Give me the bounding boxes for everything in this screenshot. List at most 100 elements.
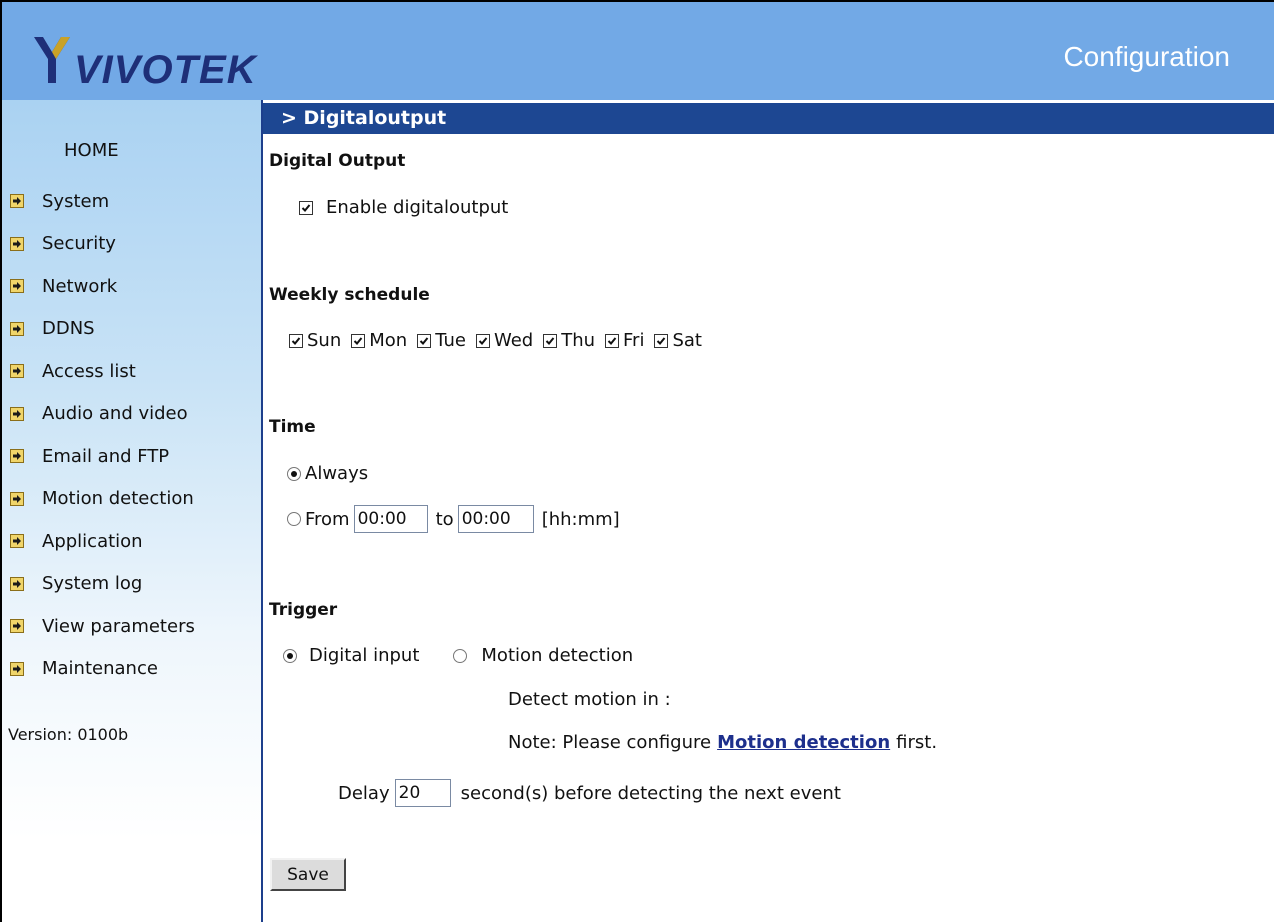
sidebar-item-view-parameters[interactable]: View parameters — [10, 605, 195, 648]
day-fri[interactable]: Fri — [605, 330, 644, 351]
enable-digitaloutput-row: Enable digitaloutput — [299, 197, 508, 218]
check-icon — [607, 336, 617, 345]
time-to-input[interactable]: 00:00 — [457, 505, 534, 533]
day-label: Thu — [561, 330, 596, 351]
delay-input[interactable]: 20 — [394, 779, 451, 807]
arrow-right-icon — [10, 619, 24, 634]
time-from-input[interactable]: 00:00 — [353, 505, 428, 533]
sidebar-item-label: Audio and video — [42, 403, 188, 425]
delay-suffix: second(s) before detecting the next even… — [460, 782, 841, 804]
sidebar-item-audio-video[interactable]: Audio and video — [10, 393, 195, 436]
day-tue[interactable]: Tue — [417, 330, 466, 351]
trigger-motion-label: Motion detection — [481, 645, 634, 666]
save-button[interactable]: Save — [270, 858, 346, 891]
day-sat-checkbox[interactable] — [654, 333, 669, 348]
time-format-hint: [hh:mm] — [541, 508, 620, 530]
sidebar-item-system-log[interactable]: System log — [10, 563, 195, 606]
trigger-digital-input-radio[interactable] — [283, 648, 297, 663]
header-bar: VIVOTEK Configuration — [2, 2, 1274, 100]
day-sun[interactable]: Sun — [289, 330, 341, 351]
day-label: Sat — [672, 330, 702, 351]
check-icon — [291, 336, 301, 345]
day-wed[interactable]: Wed — [475, 330, 534, 351]
day-sat[interactable]: Sat — [654, 330, 702, 351]
sidebar-item-maintenance[interactable]: Maintenance — [10, 648, 195, 691]
sidebar-item-label: Network — [42, 275, 118, 297]
day-mon[interactable]: Mon — [351, 330, 407, 351]
time-always-radio[interactable] — [287, 466, 301, 481]
sidebar-item-system[interactable]: System — [10, 180, 195, 223]
time-to-label: to — [435, 508, 454, 530]
version-label: Version: 0100b — [8, 725, 129, 744]
check-icon — [657, 336, 666, 345]
trigger-options-row: Digital input Motion detection — [283, 645, 633, 666]
main-content: Digital Output Enable digitaloutput Week… — [263, 134, 1274, 922]
enable-digitaloutput-checkbox[interactable] — [299, 200, 313, 215]
trigger-digital-input-label: Digital input — [309, 645, 420, 666]
sidebar-item-email-ftp[interactable]: Email and FTP — [10, 435, 195, 478]
day-label: Sun — [307, 330, 342, 351]
sidebar: HOME System Security Network DDNS Access… — [2, 100, 263, 922]
sidebar-item-label: System log — [42, 573, 143, 595]
sidebar-item-security[interactable]: Security — [10, 223, 195, 266]
trigger-motion-radio[interactable] — [453, 648, 468, 663]
day-label: Fri — [623, 330, 645, 351]
arrow-right-icon — [10, 491, 24, 506]
arrow-right-icon — [10, 321, 24, 336]
arrow-right-icon — [10, 534, 24, 549]
time-from-radio[interactable] — [287, 512, 301, 526]
day-thu-checkbox[interactable] — [543, 333, 558, 348]
sidebar-item-ddns[interactable]: DDNS — [10, 308, 195, 351]
sidebar-item-label: Email and FTP — [42, 445, 170, 467]
day-thu[interactable]: Thu — [543, 330, 595, 351]
sidebar-item-label: Motion detection — [42, 488, 194, 510]
arrow-right-icon — [10, 449, 24, 464]
page-title: > Digitaloutput — [263, 103, 1274, 134]
day-wed-checkbox[interactable] — [475, 333, 490, 348]
configuration-label: Configuration — [1063, 41, 1230, 72]
day-sun-checkbox[interactable] — [289, 333, 303, 348]
sidebar-item-application[interactable]: Application — [10, 520, 195, 563]
delay-row: Delay 20 second(s) before detecting the … — [338, 779, 841, 807]
sidebar-item-label: Access list — [42, 360, 136, 382]
check-icon — [301, 203, 311, 212]
sidebar-item-label: DDNS — [42, 318, 95, 340]
sidebar-item-label: Maintenance — [42, 658, 158, 680]
sidebar-item-motion-detection[interactable]: Motion detection — [10, 478, 195, 521]
time-always-row: Always — [287, 463, 368, 484]
day-tue-checkbox[interactable] — [417, 333, 432, 348]
sidebar-item-network[interactable]: Network — [10, 265, 195, 308]
sidebar-menu: System Security Network DDNS Access list… — [10, 180, 195, 690]
day-label: Mon — [369, 330, 408, 351]
note-suffix: first. — [896, 732, 938, 753]
svg-text:VIVOTEK: VIVOTEK — [74, 48, 259, 89]
time-always-label: Always — [305, 463, 369, 484]
sidebar-item-access-list[interactable]: Access list — [10, 350, 195, 393]
logo-mark-icon: VIVOTEK — [34, 37, 259, 89]
day-fri-checkbox[interactable] — [605, 333, 620, 348]
arrow-right-icon — [10, 661, 24, 676]
detect-motion-row: Detect motion in : — [508, 689, 671, 710]
sidebar-home-link[interactable]: HOME — [64, 140, 119, 161]
time-from-label: From — [305, 508, 350, 530]
delay-label: Delay — [338, 782, 390, 804]
arrow-right-icon — [10, 194, 24, 209]
day-label: Tue — [435, 330, 466, 351]
motion-detection-link[interactable]: Motion detection — [717, 732, 890, 753]
sidebar-item-label: Application — [42, 530, 143, 552]
sidebar-item-label: View parameters — [42, 615, 195, 637]
weekly-schedule-heading: Weekly schedule — [269, 285, 430, 305]
day-label: Wed — [493, 330, 534, 351]
sidebar-item-label: Security — [42, 233, 116, 255]
check-icon — [545, 336, 555, 345]
trigger-heading: Trigger — [269, 600, 338, 620]
check-icon — [419, 336, 429, 345]
day-mon-checkbox[interactable] — [351, 333, 366, 348]
time-heading: Time — [269, 417, 316, 437]
vivotek-logo[interactable]: VIVOTEK — [30, 30, 270, 92]
arrow-right-icon — [10, 279, 24, 294]
arrow-right-icon — [10, 364, 24, 379]
detect-motion-label: Detect motion in : — [508, 689, 671, 710]
time-from-row: From 00:00 to 00:00 [hh:mm] — [287, 505, 620, 533]
arrow-right-icon — [10, 576, 24, 591]
